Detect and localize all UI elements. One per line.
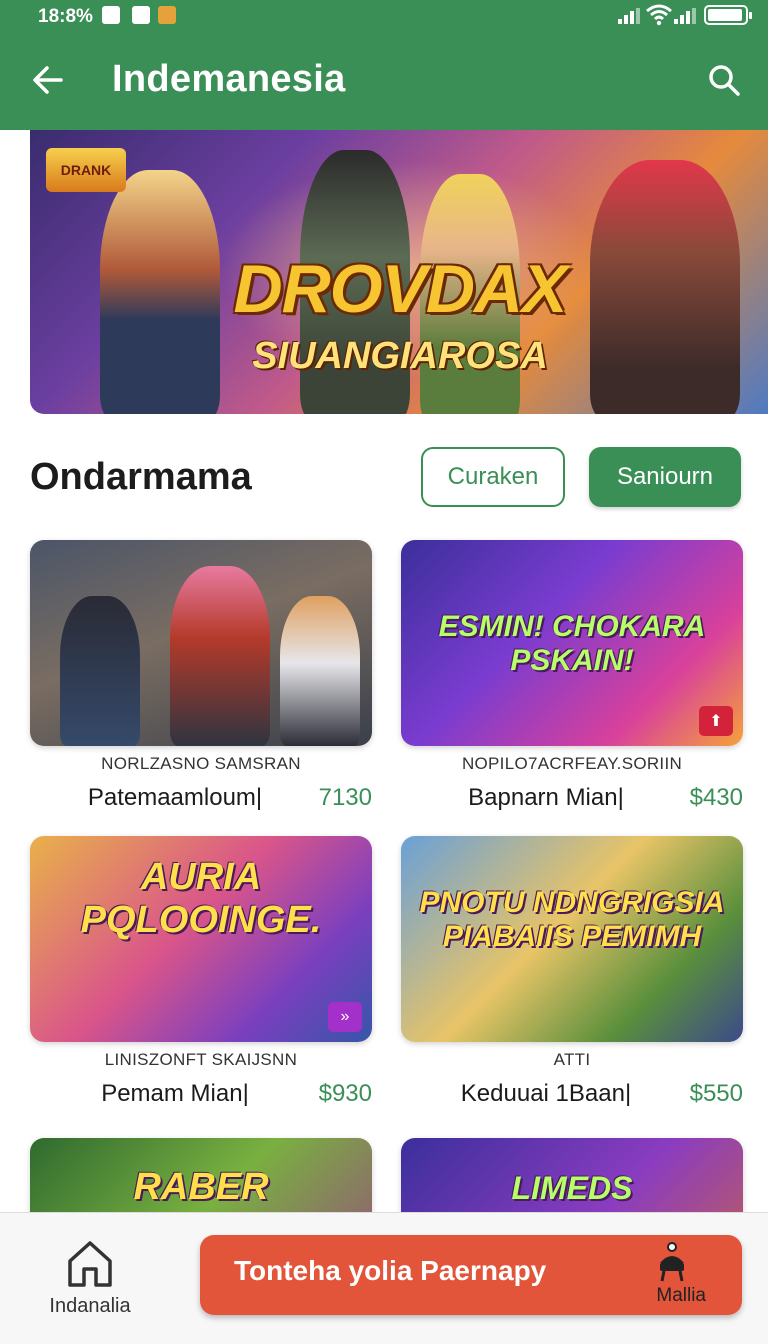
product-thumbnail[interactable]: AURIA PQLOOINGE. » [30, 836, 372, 1042]
home-icon [68, 1241, 112, 1287]
thumbnail-figure [280, 596, 360, 746]
filter-solid-button[interactable]: Saniourn [589, 447, 741, 507]
notification-icon [158, 6, 176, 24]
product-name: Keduuai 1Baan| [460, 1080, 632, 1107]
cta-label: Tonteha yolia Paernapy [234, 1255, 547, 1286]
page-title: Indemanesia [112, 58, 346, 100]
character-icon [660, 1242, 684, 1282]
product-subtitle: NOPILO7ACRFEAY.SORIIN [461, 754, 683, 773]
arrow-left-icon [33, 66, 63, 94]
product-name: Patemaamloum| [87, 784, 263, 811]
banner-logo: DRANK [46, 148, 126, 192]
nav-home-label: Indanalia [49, 1295, 131, 1317]
search-icon [709, 65, 740, 96]
primary-cta-button[interactable]: Tonteha yolia Paernapy Mallia [200, 1235, 742, 1315]
filter-outline-button[interactable]: Curaken [421, 447, 565, 507]
product-card[interactable]: NORLZASNO SAMSRAN Patemaamloum| 7130 [30, 540, 372, 818]
thumbnail-title: ESMIN! CHOKARA PSKAIN! [438, 610, 706, 677]
thumbnail-title: RABER [133, 1166, 269, 1208]
product-name: Bapnarn Mian| [468, 784, 624, 811]
cta-side-label: Mallia [656, 1285, 706, 1306]
notification-icon [102, 6, 120, 24]
upload-icon: ⬆ [699, 706, 733, 736]
hero-banner[interactable]: DRANK DROVDAX SIUANGIAROSA [30, 130, 768, 414]
back-button[interactable] [24, 56, 72, 104]
thumbnail-title: LIMEDS [511, 1170, 633, 1206]
product-card[interactable]: ESMIN! CHOKARA PSKAIN! ⬆ NOPILO7ACRFEAY.… [401, 540, 743, 818]
play-icon: » [328, 1002, 362, 1032]
signal-icon [674, 8, 696, 24]
bottom-navigation: Indanalia Tonteha yolia Paernapy Mallia [0, 1212, 768, 1344]
banner-title: DROVDAX [233, 251, 567, 327]
banner-subtitle: SIUANGIAROSA [252, 335, 548, 377]
product-thumbnail[interactable]: ESMIN! CHOKARA PSKAIN! ⬆ [401, 540, 743, 746]
wifi-icon [646, 4, 672, 26]
product-price: $430 [689, 784, 743, 811]
thumbnail-title: AURIA PQLOOINGE. [80, 856, 322, 941]
search-button[interactable] [700, 56, 748, 104]
nav-home[interactable]: Indanalia [30, 1239, 150, 1329]
product-thumbnail[interactable]: PNOTU NDNGRIGSIA PIABAIIS PEMIMH [401, 836, 743, 1042]
notification-icon [132, 6, 150, 24]
product-name: Pemam Mian| [101, 1080, 249, 1107]
product-subtitle: ATTI [553, 1050, 591, 1069]
product-subtitle: NORLZASNO SAMSRAN [101, 754, 301, 773]
product-thumbnail[interactable] [30, 540, 372, 746]
thumbnail-figure [170, 566, 270, 746]
top-bar: 18:8% Indemanesia [0, 0, 768, 130]
signal-icon [618, 8, 640, 24]
thumbnail-figure [60, 596, 140, 746]
product-price: $550 [689, 1080, 743, 1107]
product-price: 7130 [318, 784, 372, 811]
product-card[interactable]: PNOTU NDNGRIGSIA PIABAIIS PEMIMH ATTI Ke… [401, 836, 743, 1114]
product-subtitle: LINISZONFT SKAIJSNN [104, 1050, 298, 1069]
status-bar: 18:8% [0, 0, 768, 34]
section-title: Ondarmama [30, 456, 252, 498]
battery-icon [704, 5, 752, 25]
status-time: 18:8% [38, 6, 93, 27]
product-price: $930 [318, 1080, 372, 1107]
thumbnail-title: PNOTU NDNGRIGSIA PIABAIIS PEMIMH [419, 886, 725, 953]
app-bar: Indemanesia [0, 34, 768, 130]
product-card[interactable]: AURIA PQLOOINGE. » LINISZONFT SKAIJSNN P… [30, 836, 372, 1114]
